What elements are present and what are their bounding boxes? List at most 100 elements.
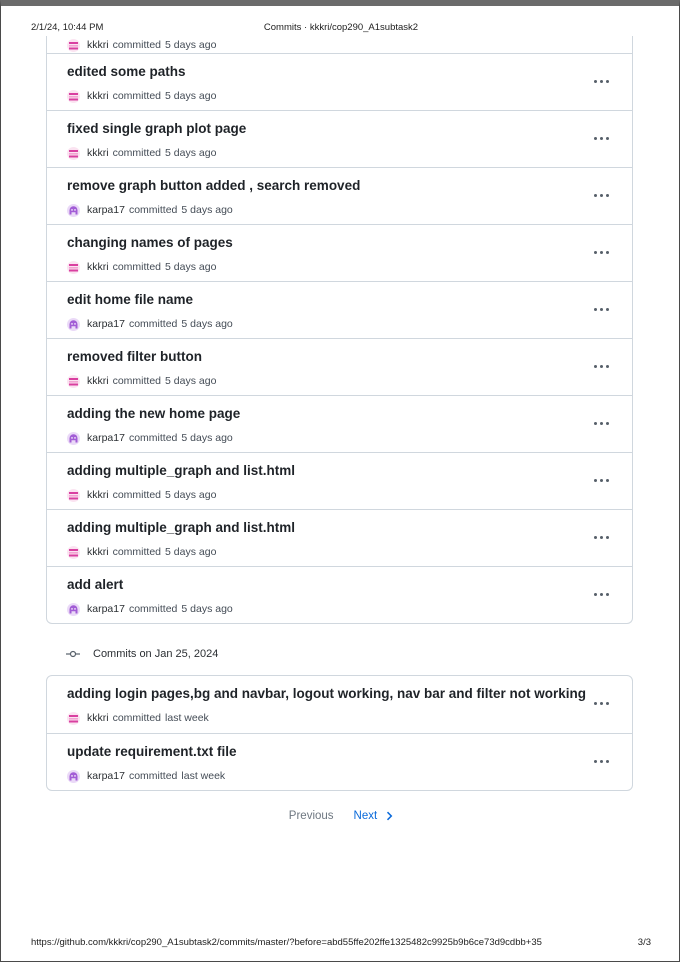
commit-message[interactable]: adding multiple_graph and list.html (67, 520, 295, 535)
committed-label: committed (128, 204, 178, 216)
commit-row: edited some paths kkkri committed 5 days… (47, 53, 632, 110)
avatar[interactable] (67, 203, 80, 217)
avatar[interactable] (67, 89, 80, 103)
kebab-horizontal-icon[interactable] (590, 243, 612, 261)
commit-time: 5 days ago (181, 432, 233, 444)
commit-author[interactable]: karpa17 (87, 204, 125, 216)
commit-meta: karpa17 committed 5 days ago (67, 602, 233, 616)
kebab-horizontal-icon[interactable] (590, 357, 612, 375)
kebab-horizontal-icon[interactable] (590, 300, 612, 318)
commit-meta: kkkri committed 5 days ago (67, 545, 216, 559)
commit-row: adding login pages,bg and navbar, logout… (47, 676, 632, 733)
avatar[interactable] (67, 769, 80, 783)
avatar[interactable] (67, 488, 80, 502)
committed-label: committed (112, 489, 162, 501)
committed-label: committed (128, 432, 178, 444)
committed-label: committed (112, 39, 162, 51)
commit-message[interactable]: adding multiple_graph and list.html (67, 463, 295, 478)
committed-label: committed (112, 147, 162, 159)
commit-time: 5 days ago (165, 147, 217, 159)
commit-time: 5 days ago (165, 489, 217, 501)
commit-row: adding multiple_graph and list.html kkkr… (47, 452, 632, 509)
commit-time: last week (165, 712, 209, 724)
commit-time: 5 days ago (165, 39, 217, 51)
commit-meta: kkkri committed 5 days ago (67, 146, 216, 160)
commit-meta: karpa17 committed 5 days ago (67, 203, 233, 217)
print-url: https://github.com/kkkri/cop290_A1subtas… (31, 937, 542, 948)
avatar[interactable] (67, 602, 80, 616)
commit-author[interactable]: karpa17 (87, 432, 125, 444)
kebab-horizontal-icon[interactable] (590, 471, 612, 489)
commit-message[interactable]: add alert (67, 577, 123, 592)
commit-meta: kkkri committed 5 days ago (67, 89, 216, 103)
commit-author[interactable]: kkkri (87, 261, 109, 273)
commit-message[interactable]: update requirement.txt file (67, 744, 237, 759)
committed-label: committed (128, 770, 178, 782)
next-button[interactable]: Next (354, 810, 394, 822)
avatar[interactable] (67, 146, 80, 160)
git-commit-icon (66, 650, 80, 658)
commit-time: 5 days ago (181, 204, 233, 216)
commit-author[interactable]: karpa17 (87, 318, 125, 330)
commit-message[interactable]: remove graph button added , search remov… (67, 178, 360, 193)
commit-author[interactable]: kkkri (87, 39, 109, 51)
committed-label: committed (112, 546, 162, 558)
committed-label: committed (112, 261, 162, 273)
commit-meta: karpa17 committed last week (67, 769, 225, 783)
kebab-horizontal-icon[interactable] (590, 528, 612, 546)
avatar[interactable] (67, 711, 80, 725)
commit-meta: karpa17 committed 5 days ago (67, 317, 233, 331)
commit-author[interactable]: kkkri (87, 712, 109, 724)
commit-message[interactable]: edited some paths (67, 64, 186, 79)
kebab-horizontal-icon[interactable] (590, 694, 612, 712)
kebab-horizontal-icon[interactable] (590, 585, 612, 603)
avatar[interactable] (67, 545, 80, 559)
commit-row: remove graph button added , search remov… (47, 167, 632, 224)
commit-author[interactable]: karpa17 (87, 603, 125, 615)
commit-author[interactable]: kkkri (87, 147, 109, 159)
kebab-horizontal-icon[interactable] (590, 752, 612, 770)
commit-author[interactable]: kkkri (87, 90, 109, 102)
commit-time: 5 days ago (165, 261, 217, 273)
commit-meta: karpa17 committed 5 days ago (67, 431, 233, 445)
commit-group-heading: Commits on Jan 25, 2024 (66, 647, 218, 661)
commit-row: adding the new home page karpa17 committ… (47, 395, 632, 452)
commit-author[interactable]: kkkri (87, 489, 109, 501)
commit-meta: kkkri committed 5 days ago (67, 260, 216, 274)
previous-button[interactable]: Previous (289, 810, 334, 822)
commit-message[interactable]: changing names of pages (67, 235, 233, 250)
commit-author[interactable]: karpa17 (87, 770, 125, 782)
avatar[interactable] (67, 431, 80, 445)
kebab-horizontal-icon[interactable] (590, 129, 612, 147)
print-title: Commits · kkkri/cop290_A1subtask2 (263, 22, 419, 33)
avatar[interactable] (67, 317, 80, 331)
commit-meta: kkkri committed last week (67, 711, 209, 725)
commit-message[interactable]: adding login pages,bg and navbar, logout… (67, 686, 586, 701)
commit-message[interactable]: fixed single graph plot page (67, 121, 246, 136)
commit-message[interactable]: removed filter button (67, 349, 202, 364)
commit-row: removed filter button kkkri committed 5 … (47, 338, 632, 395)
commit-time: 5 days ago (165, 546, 217, 558)
commit-row: kkkri committed 5 days ago (47, 36, 632, 53)
next-label: Next (353, 810, 378, 822)
kebab-horizontal-icon[interactable] (590, 186, 612, 204)
pagination: Previous Next (0, 808, 682, 824)
commit-time: 5 days ago (181, 318, 233, 330)
commit-row: changing names of pages kkkri committed … (47, 224, 632, 281)
committed-label: committed (112, 90, 162, 102)
commit-message[interactable]: edit home file name (67, 292, 193, 307)
avatar[interactable] (67, 38, 80, 52)
print-page-number: 3/3 (637, 937, 651, 948)
commit-time: last week (181, 770, 226, 782)
avatar[interactable] (67, 374, 80, 388)
committed-label: committed (128, 603, 178, 615)
commit-author[interactable]: kkkri (87, 546, 109, 558)
commit-row: edit home file name karpa17 committed 5 … (47, 281, 632, 338)
commit-time: 5 days ago (165, 90, 217, 102)
kebab-horizontal-icon[interactable] (590, 414, 612, 432)
commit-list: adding login pages,bg and navbar, logout… (46, 675, 633, 791)
commit-author[interactable]: kkkri (87, 375, 109, 387)
commit-message[interactable]: adding the new home page (67, 406, 240, 421)
avatar[interactable] (67, 260, 80, 274)
kebab-horizontal-icon[interactable] (590, 72, 612, 90)
